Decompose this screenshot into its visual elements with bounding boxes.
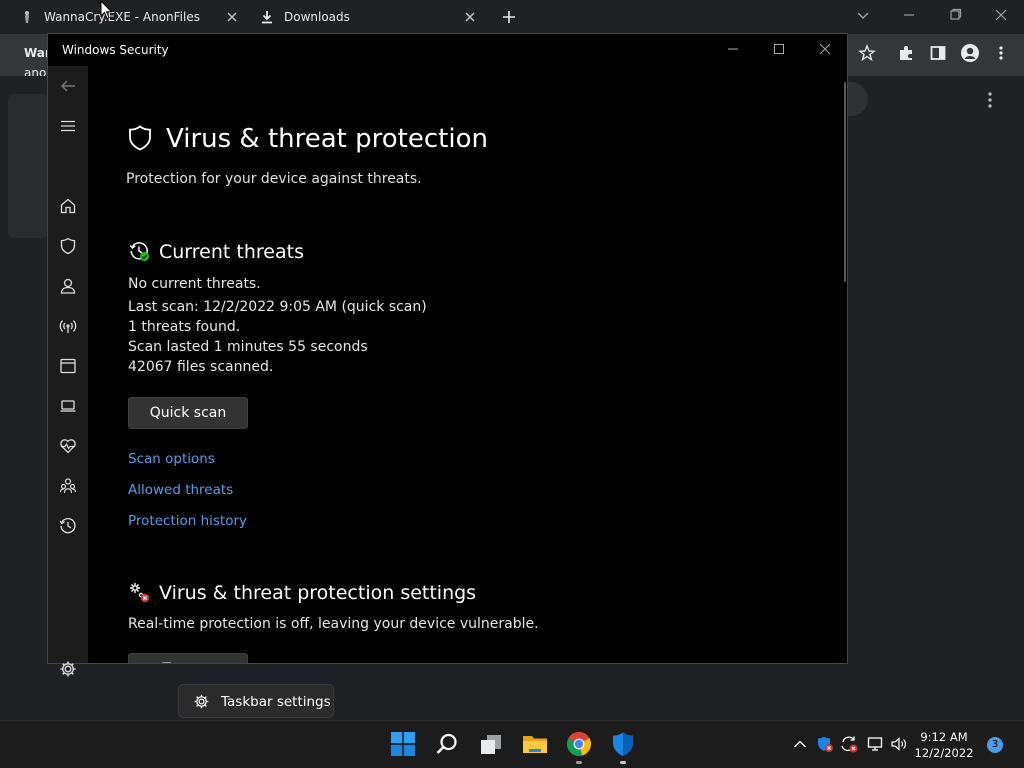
browser-tab-anonfiles[interactable]: WannaCry.EXE - AnonFiles (20, 0, 244, 34)
chrome-running-indicator (576, 761, 582, 764)
maximize-icon[interactable] (771, 41, 787, 57)
browser-tab-bar: WannaCry.EXE - AnonFiles Downloads (0, 0, 1024, 34)
minimize-icon[interactable] (900, 6, 918, 24)
app-browser-control-icon[interactable] (58, 356, 78, 376)
network-monitor-icon[interactable] (866, 735, 884, 753)
defender-warning-tray-icon[interactable] (816, 735, 834, 753)
window-title: Windows Security (62, 43, 169, 57)
allowed-threats-link[interactable]: Allowed threats (128, 482, 233, 498)
extensions-puzzle-icon[interactable] (897, 44, 915, 62)
protection-history-icon[interactable] (58, 516, 78, 536)
shield-icon (126, 124, 154, 152)
settings-gear-icon[interactable] (58, 659, 78, 679)
anonfiles-favicon (20, 10, 34, 24)
shield-icon[interactable] (58, 236, 78, 256)
files-scanned-line: 42067 files scanned. (128, 359, 274, 375)
security-running-indicator (620, 761, 626, 764)
close-icon[interactable] (817, 41, 833, 57)
tab-search-chevron-icon[interactable] (854, 6, 872, 24)
protection-settings-title: Virus & threat protection settings (159, 582, 477, 604)
page-title: Virus & threat protection (166, 124, 488, 154)
settings-gears-warning-icon (128, 581, 150, 603)
windows-security-shield-icon[interactable] (610, 731, 636, 757)
close-tab-icon[interactable] (224, 9, 240, 25)
scrollbar-thumb[interactable] (844, 82, 846, 282)
browser-tab-downloads[interactable]: Downloads (260, 0, 484, 34)
start-windows-icon[interactable] (390, 731, 416, 757)
page-sidebar-card (8, 94, 48, 238)
mouse-cursor-icon (100, 0, 114, 20)
device-health-heart-icon[interactable] (58, 436, 78, 456)
family-options-icon[interactable] (58, 476, 78, 496)
restore-icon[interactable] (946, 6, 964, 24)
taskbar-settings-menu[interactable]: Taskbar settings (178, 684, 334, 718)
side-panel-icon[interactable] (929, 44, 947, 62)
windows-security-window: Windows Security Virus & threat protecti… (47, 33, 848, 677)
scan-duration-line: Scan lasted 1 minutes 55 seconds (128, 339, 368, 355)
new-tab-icon[interactable] (500, 8, 518, 26)
device-security-laptop-icon[interactable] (58, 396, 78, 416)
show-hidden-icons-chevron-icon[interactable] (791, 735, 809, 753)
page-more-icon[interactable] (982, 90, 998, 110)
threat-history-ok-icon (128, 240, 150, 262)
taskbar-settings-label: Taskbar settings (221, 694, 331, 710)
gear-icon (193, 693, 210, 710)
notification-count-badge[interactable]: 3 (987, 737, 1003, 753)
minimize-icon[interactable] (725, 41, 741, 57)
home-icon[interactable] (58, 196, 78, 216)
search-icon[interactable] (434, 731, 460, 757)
current-threats-title: Current threats (159, 241, 304, 263)
chrome-menu-icon[interactable] (996, 44, 1006, 62)
volume-speaker-icon[interactable] (890, 735, 908, 753)
navigation-sidebar (48, 66, 88, 677)
clock-time: 9:12 AM (920, 730, 968, 744)
bookmark-star-icon[interactable] (858, 44, 876, 62)
system-clock[interactable]: 9:12 AM 12/2/2022 (912, 729, 976, 761)
scan-options-link[interactable]: Scan options (128, 451, 215, 467)
close-window-icon[interactable] (992, 6, 1010, 24)
realtime-protection-status: Real-time protection is off, leaving you… (128, 616, 539, 632)
task-view-icon[interactable] (478, 731, 504, 757)
browser-tab-label: Downloads (284, 10, 350, 24)
quick-scan-button[interactable]: Quick scan (128, 397, 248, 429)
sync-error-tray-icon[interactable] (840, 735, 858, 753)
turn-on-button[interactable]: Turn on (128, 653, 248, 663)
page-search-box (848, 82, 868, 116)
hamburger-menu-icon[interactable] (58, 116, 78, 136)
clock-date: 12/2/2022 (914, 746, 974, 760)
page-subtitle: Protection for your device against threa… (126, 171, 422, 187)
back-arrow-icon[interactable] (58, 76, 78, 96)
download-icon (260, 10, 274, 24)
browser-tab-label: WannaCry.EXE - AnonFiles (44, 10, 200, 24)
chrome-browser-icon[interactable] (566, 731, 592, 757)
main-content: Virus & threat protection Protection for… (88, 66, 846, 663)
firewall-network-icon[interactable] (58, 316, 78, 336)
file-explorer-folder-icon[interactable] (522, 731, 548, 757)
threat-status-line: No current threats. (128, 276, 261, 292)
taskbar: 9:12 AM 12/2/2022 3 (0, 720, 1024, 768)
account-person-icon[interactable] (58, 276, 78, 296)
protection-history-link[interactable]: Protection history (128, 513, 247, 529)
close-tab-icon[interactable] (462, 9, 478, 25)
threats-found-line: 1 threats found. (128, 319, 241, 335)
profile-avatar-icon[interactable] (960, 43, 980, 63)
window-title-bar[interactable]: Windows Security (48, 34, 847, 66)
last-scan-line: Last scan: 12/2/2022 9:05 AM (quick scan… (128, 299, 427, 315)
